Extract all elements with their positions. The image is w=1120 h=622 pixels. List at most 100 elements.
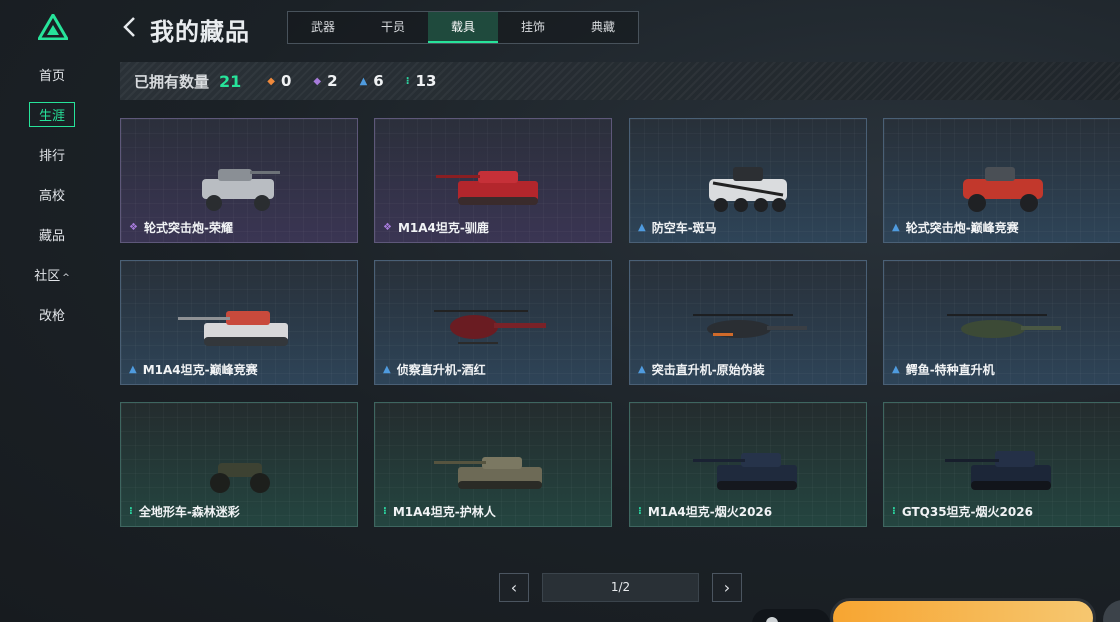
teal-rarity-icon: ⁝ [638, 506, 642, 517]
vehicle-name: ▲ 防空车-斑马 [638, 219, 717, 236]
vehicle-card[interactable]: ▲ 突击直升机-原始伪装 [629, 260, 867, 385]
ownership-stats: 已拥有数量 21 ◆ 0 ◆ 2 ▲ 6 ⁝ 13 [120, 62, 1120, 100]
blue-rarity-icon: ▲ [359, 75, 368, 87]
nav-item-label: 排行 [38, 149, 65, 164]
vehicle-name-text: M1A4坦克-巅峰竞赛 [142, 363, 258, 377]
vehicle-name: ❖ 轮式突击炮-荣耀 [129, 219, 233, 236]
owned-total: 21 [219, 71, 242, 91]
vehicle-name-text: M1A4坦克-烟火2026 [647, 505, 773, 519]
stat-value: 0 [280, 72, 292, 90]
nav-item-label: 首页 [38, 69, 65, 84]
category-tabs: 武器 干员 载具 挂饰 典藏 [287, 11, 639, 44]
caret-up-icon: ^ [62, 273, 70, 283]
vehicle-name: ▲ 突击直升机-原始伪装 [638, 361, 765, 378]
vehicle-card[interactable]: ▲ M1A4坦克-巅峰竞赛 [120, 260, 358, 385]
chevron-left-icon: ‹ [510, 578, 518, 597]
nav-item-label: 藏品 [38, 229, 65, 244]
prev-page-button[interactable]: ‹ [499, 573, 529, 602]
nav-item-community[interactable]: 社区 ^ [0, 265, 104, 284]
helicopter-icon [947, 314, 1061, 338]
vehicle-card[interactable]: ⁝ M1A4坦克-烟火2026 [629, 402, 867, 527]
vehicle-name-text: 轮式突击炮-巅峰竞赛 [905, 221, 1019, 235]
atv-icon [210, 463, 270, 493]
vehicle-name-text: 防空车-斑马 [651, 221, 717, 235]
nav-item-gunsmith[interactable]: 改枪 [0, 305, 104, 324]
vehicle-card[interactable]: ▲ 防空车-斑马 [629, 118, 867, 243]
vehicle-name-text: M1A4坦克-护林人 [392, 505, 496, 519]
vehicle-name-text: GTQ35坦克-烟火2026 [901, 505, 1033, 519]
armored-car-icon [202, 169, 280, 211]
nav-item-label: 社区 [34, 269, 61, 284]
vehicle-name-text: 侦察直升机-酒红 [396, 363, 486, 377]
vehicle-name-text: M1A4坦克-驯鹿 [397, 221, 489, 235]
nav-item-label: 生涯 [28, 102, 75, 127]
blue-rarity-icon: ▲ [129, 364, 137, 375]
vehicle-name-text: 突击直升机-原始伪装 [651, 363, 765, 377]
vehicle-name: ⁝ M1A4坦克-烟火2026 [638, 503, 772, 520]
purple-rarity-icon: ❖ [129, 222, 138, 233]
nav-item-career[interactable]: 生涯 [0, 102, 104, 127]
vehicle-card[interactable]: ⁝ GTQ35坦克-烟火2026 [883, 402, 1120, 527]
nav-item-label: 高校 [38, 189, 65, 204]
nav-item-home[interactable]: 首页 [0, 65, 104, 84]
owned-count-label: 已拥有数量 [134, 72, 210, 91]
blue-rarity-icon: ▲ [892, 222, 900, 233]
stat-orange: ◆ 0 [267, 72, 291, 90]
tab-charms[interactable]: 挂饰 [498, 12, 568, 43]
teal-rarity-icon: ⁝ [892, 506, 896, 517]
stat-teal: ⁝ 13 [406, 72, 437, 90]
vehicle-name-text: 轮式突击炮-荣耀 [143, 221, 233, 235]
vehicle-name: ▲ M1A4坦克-巅峰竞赛 [129, 361, 258, 378]
vehicle-card[interactable]: ❖ 轮式突击炮-荣耀 [120, 118, 358, 243]
stat-value: 6 [373, 72, 384, 90]
next-page-button[interactable]: › [712, 573, 742, 602]
vehicle-name: ▲ 侦察直升机-酒红 [383, 361, 486, 378]
teal-rarity-icon: ⁝ [405, 75, 410, 87]
vehicle-card[interactable]: ▲ 鳄鱼-特种直升机 [883, 260, 1120, 385]
vehicle-name: ⁝ M1A4坦克-护林人 [383, 503, 496, 520]
vehicle-name: ⁝ 全地形车-森林迷彩 [129, 503, 240, 520]
nav-item-label: 改枪 [38, 309, 65, 324]
vehicle-name: ❖ M1A4坦克-驯鹿 [383, 219, 489, 236]
vehicle-card[interactable]: ▲ 轮式突击炮-巅峰竞赛 [883, 118, 1120, 243]
stat-purple: ◆ 2 [313, 72, 337, 90]
nav-item-university[interactable]: 高校 [0, 185, 104, 204]
armored-car-icon [709, 167, 787, 212]
tank-icon [434, 457, 542, 489]
vehicle-card[interactable]: ⁝ 全地形车-森林迷彩 [120, 402, 358, 527]
vehicle-card[interactable]: ▲ 侦察直升机-酒红 [374, 260, 612, 385]
page-title: 我的藏品 [150, 18, 250, 46]
blue-rarity-icon: ▲ [638, 222, 646, 233]
chevron-right-icon: › [723, 578, 731, 597]
nav-item-ranking[interactable]: 排行 [0, 145, 104, 164]
blue-rarity-icon: ▲ [892, 364, 900, 375]
tab-vehicles[interactable]: 载具 [428, 12, 498, 43]
tab-operators[interactable]: 干员 [358, 12, 428, 43]
tank-icon [945, 451, 1051, 490]
sidebar: 首页 生涯 排行 高校 藏品 社区 ^ 改枪 [0, 0, 104, 622]
teal-rarity-icon: ⁝ [383, 506, 387, 517]
orange-rarity-icon: ◆ [267, 75, 275, 87]
back-arrow-icon[interactable] [120, 14, 140, 40]
purple-rarity-icon: ◆ [313, 75, 322, 87]
nav-item-collection[interactable]: 藏品 [0, 225, 104, 244]
vehicle-name: ▲ 鳄鱼-特种直升机 [892, 361, 995, 378]
vehicle-name: ▲ 轮式突击炮-巅峰竞赛 [892, 219, 1019, 236]
tab-weapons[interactable]: 武器 [288, 12, 358, 43]
vehicle-name: ⁝ GTQ35坦克-烟火2026 [892, 503, 1033, 520]
status-pill[interactable] [752, 609, 830, 622]
start-button[interactable] [830, 598, 1096, 622]
stat-value: 2 [327, 72, 338, 90]
teal-rarity-icon: ⁝ [129, 506, 133, 517]
tab-collection[interactable]: 典藏 [568, 12, 638, 43]
vehicle-card[interactable]: ⁝ M1A4坦克-护林人 [374, 402, 612, 527]
helicopter-icon [693, 314, 807, 338]
vehicle-name-text: 鳄鱼-特种直升机 [905, 363, 995, 377]
armored-car-icon [963, 167, 1043, 212]
vehicle-card[interactable]: ❖ M1A4坦克-驯鹿 [374, 118, 612, 243]
stat-value: 13 [415, 72, 437, 90]
tank-icon [436, 171, 538, 205]
user-dot-icon [766, 617, 778, 622]
tank-icon [693, 453, 797, 490]
page-indicator: 1/2 [542, 573, 699, 602]
